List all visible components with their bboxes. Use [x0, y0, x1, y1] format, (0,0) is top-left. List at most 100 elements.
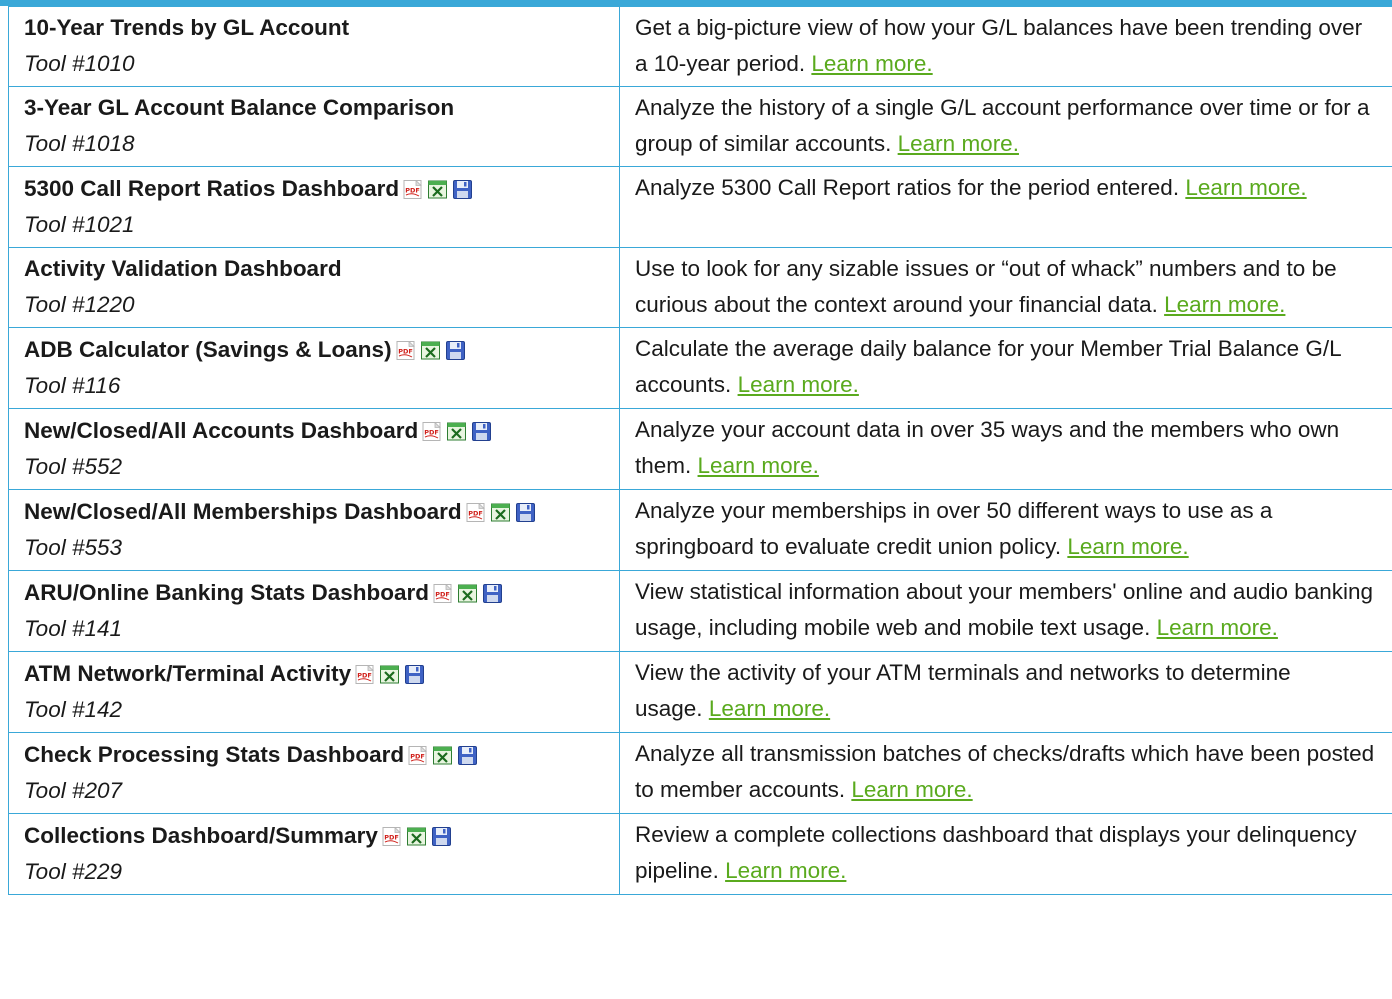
export-icons: PDF: [422, 412, 497, 448]
table-row: Activity Validation Dashboard Tool #1220…: [8, 247, 1392, 328]
tool-description-cell: Calculate the average daily balance for …: [619, 327, 1392, 409]
excel-icon[interactable]: [428, 180, 448, 199]
save-icon[interactable]: [515, 502, 535, 522]
excel-icon[interactable]: [433, 746, 453, 765]
table-row: New/Closed/All Memberships Dashboard PDF …: [8, 489, 1392, 571]
tool-description: Analyze all transmission batches of chec…: [635, 741, 1375, 802]
tool-name-cell: ARU/Online Banking Stats Dashboard PDF To…: [8, 570, 620, 652]
pdf-icon[interactable]: PDF: [382, 826, 401, 846]
export-icons: PDF: [408, 736, 483, 772]
tool-name-cell: Check Processing Stats Dashboard PDF Tool…: [8, 732, 620, 814]
tool-name: 3-Year GL Account Balance Comparison: [24, 95, 455, 120]
excel-icon[interactable]: [458, 584, 478, 603]
tool-number: Tool #207: [24, 778, 123, 803]
tool-name-cell: 10-Year Trends by GL Account Tool #1010: [8, 6, 620, 87]
tool-name-cell: 5300 Call Report Ratios Dashboard PDF Too…: [8, 166, 620, 248]
tool-number: Tool #1010: [24, 51, 135, 76]
tool-name: 10-Year Trends by GL Account: [24, 15, 350, 40]
tool-name: ADB Calculator (Savings & Loans): [24, 337, 392, 362]
table-row: 10-Year Trends by GL Account Tool #1010 …: [8, 6, 1392, 87]
tool-description-cell: Analyze the history of a single G/L acco…: [619, 86, 1392, 167]
tool-description-cell: View statistical information about your …: [619, 570, 1392, 652]
tool-description: Get a big-picture view of how your G/L b…: [635, 15, 1363, 76]
tool-number: Tool #1220: [24, 292, 135, 317]
tool-name: 5300 Call Report Ratios Dashboard: [24, 176, 400, 201]
excel-icon[interactable]: [406, 827, 426, 846]
pdf-icon[interactable]: PDF: [403, 179, 423, 199]
tool-number: Tool #229: [24, 859, 123, 884]
tool-number: Tool #552: [24, 454, 123, 479]
tool-name: New/Closed/All Memberships Dashboard: [24, 499, 462, 524]
tool-number: Tool #116: [24, 373, 121, 398]
save-icon[interactable]: [405, 664, 425, 684]
tool-number: Tool #141: [24, 616, 123, 641]
pdf-icon[interactable]: PDF: [466, 502, 485, 522]
learn-more-link[interactable]: Learn more.: [898, 131, 1019, 156]
export-icons: PDF: [355, 655, 430, 691]
learn-more-link[interactable]: Learn more.: [725, 858, 846, 883]
tools-table: 10-Year Trends by GL Account Tool #1010 …: [8, 6, 1392, 895]
table-row: New/Closed/All Accounts Dashboard PDF Too…: [8, 408, 1392, 490]
export-icons: PDF: [403, 170, 478, 206]
table-row: 5300 Call Report Ratios Dashboard PDF Too…: [8, 166, 1392, 248]
learn-more-link[interactable]: Learn more.: [851, 777, 972, 802]
pdf-icon[interactable]: PDF: [422, 421, 442, 441]
tool-number: Tool #1021: [24, 212, 135, 237]
tool-number: Tool #553: [24, 535, 123, 560]
tool-description-cell: Use to look for any sizable issues or “o…: [619, 247, 1392, 328]
save-icon[interactable]: [445, 340, 465, 360]
tool-name-cell: ADB Calculator (Savings & Loans) PDF Tool…: [8, 327, 620, 409]
export-icons: PDF: [382, 817, 457, 853]
table-row: ATM Network/Terminal Activity PDF Tool #1…: [8, 651, 1392, 733]
save-icon[interactable]: [472, 421, 492, 441]
export-icons: PDF: [433, 574, 508, 610]
tool-name-cell: Collections Dashboard/Summary PDF Tool #2…: [8, 813, 620, 895]
export-icons: PDF: [466, 493, 541, 529]
tool-name-cell: ATM Network/Terminal Activity PDF Tool #1…: [8, 651, 620, 733]
table-row: Check Processing Stats Dashboard PDF Tool…: [8, 732, 1392, 814]
save-icon[interactable]: [483, 583, 503, 603]
table-row: ADB Calculator (Savings & Loans) PDF Tool…: [8, 327, 1392, 409]
table-row: ARU/Online Banking Stats Dashboard PDF To…: [8, 570, 1392, 652]
pdf-icon[interactable]: PDF: [433, 583, 453, 603]
tool-name: Collections Dashboard/Summary: [24, 823, 378, 848]
tool-description-cell: Review a complete collections dashboard …: [619, 813, 1392, 895]
excel-icon[interactable]: [447, 422, 467, 441]
tool-name-cell: Activity Validation Dashboard Tool #1220: [8, 247, 620, 328]
tool-name: Activity Validation Dashboard: [24, 256, 342, 281]
learn-more-link[interactable]: Learn more.: [1185, 175, 1306, 200]
tool-description: Analyze 5300 Call Report ratios for the …: [635, 175, 1180, 200]
tool-description-cell: Analyze your account data in over 35 way…: [619, 408, 1392, 490]
pdf-icon[interactable]: PDF: [355, 664, 375, 684]
learn-more-link[interactable]: Learn more.: [1157, 615, 1278, 640]
tool-name: ATM Network/Terminal Activity: [24, 661, 352, 686]
tool-name-cell: New/Closed/All Memberships Dashboard PDF …: [8, 489, 620, 571]
tools-table-body: 10-Year Trends by GL Account Tool #1010 …: [8, 6, 1392, 895]
tool-description-cell: View the activity of your ATM terminals …: [619, 651, 1392, 733]
tool-number: Tool #1018: [24, 131, 135, 156]
tool-number: Tool #142: [24, 697, 123, 722]
table-row: Collections Dashboard/Summary PDF Tool #2…: [8, 813, 1392, 895]
excel-icon[interactable]: [380, 665, 400, 684]
tool-description-cell: Analyze 5300 Call Report ratios for the …: [619, 166, 1392, 248]
table-row: 3-Year GL Account Balance Comparison Too…: [8, 86, 1392, 167]
learn-more-link[interactable]: Learn more.: [709, 696, 830, 721]
save-icon[interactable]: [458, 745, 478, 765]
tool-name: New/Closed/All Accounts Dashboard: [24, 418, 419, 443]
excel-icon[interactable]: [490, 503, 510, 522]
learn-more-link[interactable]: Learn more.: [698, 453, 819, 478]
learn-more-link[interactable]: Learn more.: [811, 51, 932, 76]
tool-name-cell: 3-Year GL Account Balance Comparison Too…: [8, 86, 620, 167]
save-icon[interactable]: [431, 826, 451, 846]
learn-more-link[interactable]: Learn more.: [1164, 292, 1285, 317]
learn-more-link[interactable]: Learn more.: [738, 372, 859, 397]
tool-name: ARU/Online Banking Stats Dashboard: [24, 580, 430, 605]
pdf-icon[interactable]: PDF: [408, 745, 428, 765]
excel-icon[interactable]: [420, 341, 440, 360]
save-icon[interactable]: [453, 179, 473, 199]
export-icons: PDF: [396, 331, 471, 367]
tool-description-cell: Analyze all transmission batches of chec…: [619, 732, 1392, 814]
tool-name: Check Processing Stats Dashboard: [24, 742, 405, 767]
pdf-icon[interactable]: PDF: [396, 340, 415, 360]
learn-more-link[interactable]: Learn more.: [1067, 534, 1188, 559]
